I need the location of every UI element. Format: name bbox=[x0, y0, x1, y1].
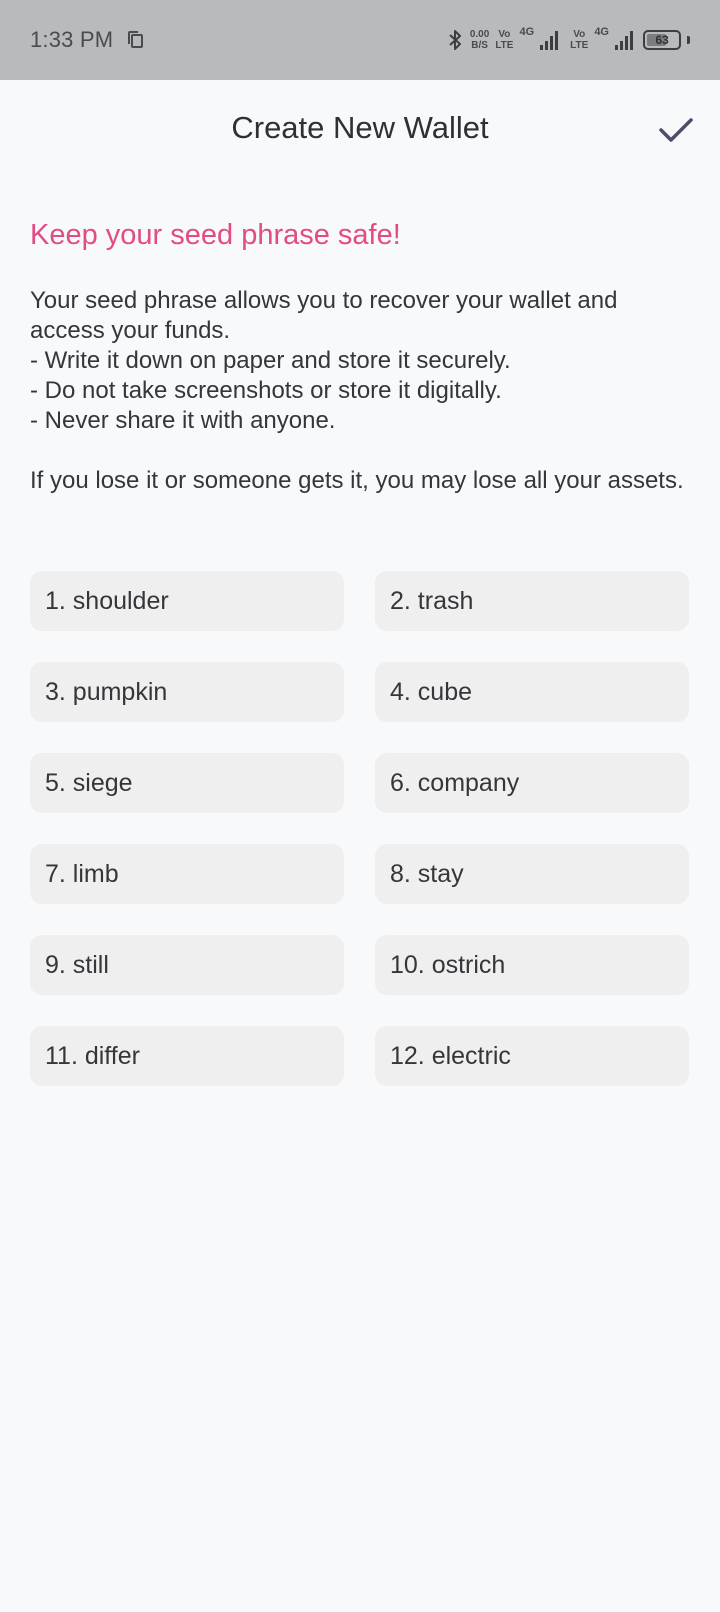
sim2-lte-label: LTE bbox=[570, 40, 589, 51]
sim2-volte: Vo LTE bbox=[570, 29, 588, 51]
seed-word-chip: 9. still bbox=[30, 935, 344, 995]
copy-icon bbox=[127, 30, 145, 50]
warning-title: Keep your seed phrase safe! bbox=[30, 219, 401, 251]
sim1-vo-label: Vo bbox=[498, 29, 511, 40]
status-right: 0.00 B/S Vo LTE 4G Vo LTE 4G 63 bbox=[446, 26, 690, 52]
seed-word-chip: 10. ostrich bbox=[375, 935, 689, 995]
seed-word-chip: 12. electric bbox=[375, 1026, 689, 1086]
seed-words-grid: 1. shoulder 2. trash 3. pumpkin 4. cube … bbox=[30, 571, 690, 1086]
seed-word-chip: 5. siege bbox=[30, 753, 344, 813]
confirm-button[interactable] bbox=[652, 106, 700, 154]
sim2-vo-label: Vo bbox=[573, 29, 586, 40]
app-bar: Create New Wallet bbox=[0, 80, 720, 188]
battery-tip bbox=[687, 36, 690, 44]
seed-word-chip: 8. stay bbox=[375, 844, 689, 904]
seed-phrase-warning: Keep your seed phrase safe! Your seed ph… bbox=[30, 214, 690, 496]
seed-word-chip: 2. trash bbox=[375, 571, 689, 631]
sim1-network-type: 4G bbox=[519, 26, 535, 38]
status-left: 1:33 PM bbox=[30, 27, 145, 53]
sim2-signal-icon bbox=[615, 30, 633, 50]
status-bar: 1:33 PM 0.00 B/S Vo LTE 4G Vo LTE 4G 63 bbox=[0, 0, 720, 80]
battery-icon: 63 bbox=[643, 30, 681, 50]
sim1-lte-label: LTE bbox=[495, 40, 514, 51]
page-title: Create New Wallet bbox=[231, 110, 489, 145]
network-speed-value: 0.00 bbox=[469, 29, 490, 40]
sim2-network-type: 4G bbox=[594, 26, 609, 38]
battery-level: 63 bbox=[655, 33, 669, 47]
seed-word-chip: 1. shoulder bbox=[30, 571, 344, 631]
seed-word-chip: 6. company bbox=[375, 753, 689, 813]
seed-word-chip: 11. differ bbox=[30, 1026, 344, 1086]
sim1-volte: Vo LTE bbox=[495, 29, 513, 51]
sim1-signal-icon bbox=[540, 30, 559, 50]
status-time: 1:33 PM bbox=[30, 27, 114, 52]
seed-word-chip: 3. pumpkin bbox=[30, 662, 344, 722]
warning-instructions: Your seed phrase allows you to recover y… bbox=[30, 287, 684, 494]
network-speed: 0.00 B/S bbox=[470, 29, 489, 51]
check-icon bbox=[658, 115, 694, 145]
seed-word-chip: 4. cube bbox=[375, 662, 689, 722]
seed-word-chip: 7. limb bbox=[30, 844, 344, 904]
network-speed-unit: B/S bbox=[471, 40, 488, 51]
bluetooth-icon bbox=[446, 28, 464, 52]
